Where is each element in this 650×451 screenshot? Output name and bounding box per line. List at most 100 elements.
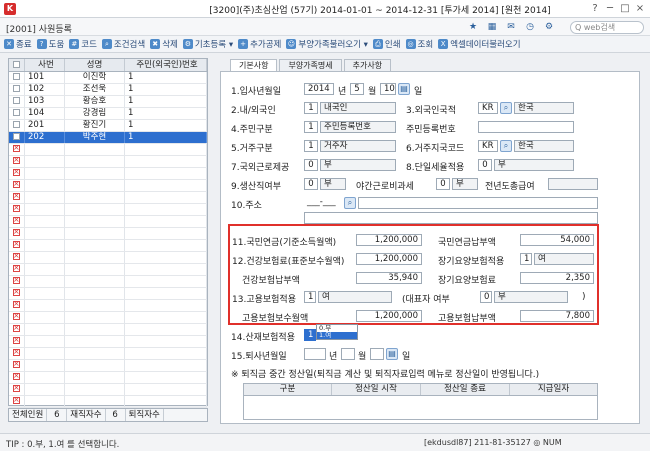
row-checkbox[interactable] bbox=[9, 132, 25, 143]
col-code[interactable]: 사번 bbox=[25, 59, 65, 71]
address-search-icon[interactable]: ⌕ bbox=[344, 197, 356, 209]
row-checkbox[interactable] bbox=[9, 192, 25, 203]
toolbar-button-10[interactable]: X 엑셀데이터불러오기 bbox=[438, 38, 521, 50]
row-checkbox[interactable] bbox=[9, 276, 25, 287]
tab-dependents[interactable]: 부양가족명세 bbox=[279, 59, 342, 71]
table-row[interactable]: 104 강경림 1 bbox=[9, 108, 207, 120]
table-row-empty[interactable] bbox=[9, 396, 207, 408]
table-row-empty[interactable] bbox=[9, 228, 207, 240]
toolbar-button-7[interactable]: ☺ 부양가족불러오기 ▾ bbox=[286, 38, 368, 50]
col-end[interactable]: 정산일 종료 bbox=[421, 384, 510, 395]
table-row-empty[interactable] bbox=[9, 168, 207, 180]
table-row-empty[interactable] bbox=[9, 312, 207, 324]
web-search-input[interactable]: Q web검색 bbox=[570, 21, 644, 34]
toolbar-button-8[interactable]: ⎙ 인쇄 bbox=[372, 38, 401, 50]
tab-basic[interactable]: 기본사항 bbox=[230, 59, 278, 71]
industrial-code-input[interactable]: 1 bbox=[304, 329, 316, 341]
col-category[interactable]: 구분 bbox=[244, 384, 332, 395]
row-checkbox[interactable] bbox=[9, 120, 25, 131]
history-icon[interactable]: ◷ bbox=[522, 21, 538, 34]
calendar-icon[interactable]: ▦ bbox=[484, 21, 500, 34]
table-row[interactable]: 201 황진기 1 bbox=[9, 120, 207, 132]
row-checkbox[interactable] bbox=[9, 348, 25, 359]
dropdown-option-yes[interactable]: 1.여 bbox=[317, 332, 357, 339]
foreign-country-code-input[interactable]: KR bbox=[478, 102, 498, 114]
row-checkbox[interactable] bbox=[9, 108, 25, 119]
col-check[interactable] bbox=[9, 59, 25, 71]
close-window-button[interactable]: × bbox=[633, 2, 647, 16]
table-row-empty[interactable] bbox=[9, 384, 207, 396]
foreign-work-code-input[interactable]: 0 bbox=[304, 159, 318, 171]
lookup-icon[interactable]: ⌕ bbox=[500, 102, 512, 114]
retire-month-input[interactable] bbox=[341, 348, 355, 360]
row-checkbox[interactable] bbox=[9, 72, 25, 83]
calendar-picker-icon[interactable]: ▤ bbox=[398, 83, 410, 95]
residence-country-code-input[interactable]: KR bbox=[478, 140, 498, 152]
row-checkbox[interactable] bbox=[9, 156, 25, 167]
address-line1-input[interactable] bbox=[358, 197, 598, 209]
help-button[interactable]: ? bbox=[588, 2, 602, 16]
table-row[interactable]: 202 박주현 1 bbox=[9, 132, 207, 144]
row-checkbox[interactable] bbox=[9, 144, 25, 155]
hire-year-input[interactable]: 2014 bbox=[304, 83, 334, 95]
hire-month-input[interactable]: 5 bbox=[350, 83, 364, 95]
table-row-empty[interactable] bbox=[9, 276, 207, 288]
toolbar-button-0[interactable]: ✕ 종료 bbox=[4, 38, 32, 50]
row-checkbox[interactable] bbox=[9, 396, 25, 407]
table-row-empty[interactable] bbox=[9, 192, 207, 204]
row-checkbox[interactable] bbox=[9, 228, 25, 239]
address-line2-input[interactable] bbox=[304, 212, 598, 224]
id-type-code-input[interactable]: 1 bbox=[304, 121, 318, 133]
row-checkbox[interactable] bbox=[9, 372, 25, 383]
toolbar-button-4[interactable]: ✖ 삭제 bbox=[150, 38, 178, 50]
message-icon[interactable]: ✉ bbox=[503, 21, 519, 34]
hire-day-input[interactable]: 10 bbox=[380, 83, 396, 95]
table-row-empty[interactable] bbox=[9, 156, 207, 168]
table-row[interactable]: 103 황승호 1 bbox=[9, 96, 207, 108]
row-checkbox[interactable] bbox=[9, 84, 25, 95]
toolbar-button-6[interactable]: + 추가공제 bbox=[238, 38, 281, 50]
maximize-button[interactable]: □ bbox=[618, 2, 632, 16]
col-id[interactable]: 주민(외국인)번호 bbox=[125, 59, 207, 71]
industrial-dropdown[interactable]: 0.부 1.여 bbox=[316, 324, 358, 340]
row-checkbox[interactable] bbox=[9, 312, 25, 323]
calendar-picker-icon[interactable]: ▤ bbox=[386, 348, 398, 360]
row-checkbox[interactable] bbox=[9, 288, 25, 299]
lookup-icon[interactable]: ⌕ bbox=[500, 140, 512, 152]
row-checkbox[interactable] bbox=[9, 216, 25, 227]
row-checkbox[interactable] bbox=[9, 264, 25, 275]
table-row-empty[interactable] bbox=[9, 360, 207, 372]
row-checkbox[interactable] bbox=[9, 336, 25, 347]
row-checkbox[interactable] bbox=[9, 240, 25, 251]
domestic-code-input[interactable]: 1 bbox=[304, 102, 318, 114]
row-checkbox[interactable] bbox=[9, 96, 25, 107]
row-checkbox[interactable] bbox=[9, 252, 25, 263]
table-row-empty[interactable] bbox=[9, 252, 207, 264]
postal-code-input[interactable]: ___-___ bbox=[304, 197, 342, 209]
table-row-empty[interactable] bbox=[9, 300, 207, 312]
table-row[interactable]: 102 조선욱 1 bbox=[9, 84, 207, 96]
table-row-empty[interactable] bbox=[9, 204, 207, 216]
table-row[interactable]: 101 이진학 1 bbox=[9, 72, 207, 84]
row-checkbox[interactable] bbox=[9, 384, 25, 395]
table-row-empty[interactable] bbox=[9, 348, 207, 360]
table-row-empty[interactable] bbox=[9, 216, 207, 228]
table-row-empty[interactable] bbox=[9, 240, 207, 252]
row-checkbox[interactable] bbox=[9, 180, 25, 191]
row-checkbox[interactable] bbox=[9, 168, 25, 179]
row-checkbox[interactable] bbox=[9, 300, 25, 311]
row-checkbox[interactable] bbox=[9, 204, 25, 215]
col-paydate[interactable]: 지급일자 bbox=[510, 384, 597, 395]
single-tax-code-input[interactable]: 0 bbox=[478, 159, 492, 171]
toolbar-button-5[interactable]: ⚙ 기초등록 ▾ bbox=[182, 38, 233, 50]
table-row-empty[interactable] bbox=[9, 288, 207, 300]
table-row-empty[interactable] bbox=[9, 264, 207, 276]
retire-year-input[interactable] bbox=[304, 348, 326, 360]
toolbar-button-9[interactable]: ◎ 조회 bbox=[405, 38, 433, 50]
minimize-button[interactable]: ─ bbox=[603, 2, 617, 16]
toolbar-button-1[interactable]: ? 도움 bbox=[36, 38, 64, 50]
col-start[interactable]: 정산일 시작 bbox=[332, 384, 421, 395]
col-name[interactable]: 성명 bbox=[65, 59, 125, 71]
table-row-empty[interactable] bbox=[9, 336, 207, 348]
residence-code-input[interactable]: 1 bbox=[304, 140, 318, 152]
